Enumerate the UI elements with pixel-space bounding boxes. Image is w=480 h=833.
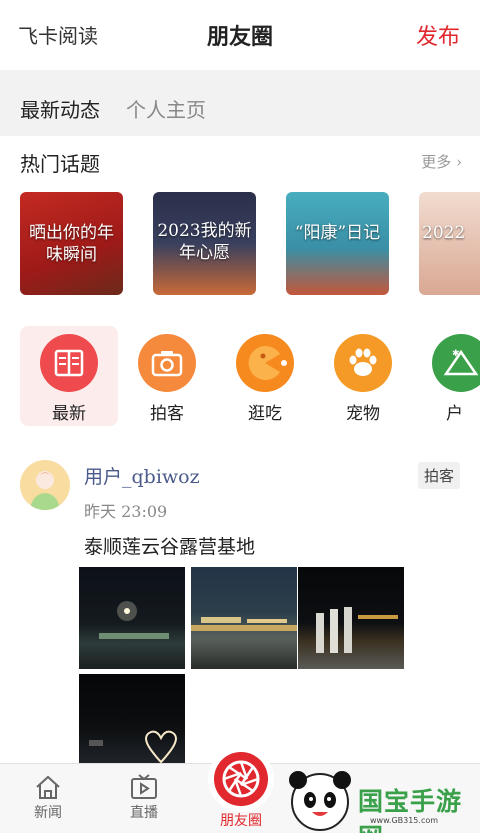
post-time: 昨天 23:09 — [84, 502, 168, 521]
tent-icon: ✱ — [432, 334, 480, 392]
panda-logo — [289, 771, 351, 831]
home-icon — [36, 775, 60, 799]
category-guangchi[interactable]: 逛吃 — [216, 326, 314, 426]
svg-text:✱: ✱ — [452, 349, 460, 359]
category-latest[interactable]: 最新 — [20, 326, 118, 426]
category-pets[interactable]: 宠物 — [314, 326, 412, 426]
publish-button[interactable]: 发布 — [416, 19, 460, 51]
hot-topics-list: 晒出你的年味瞬间 2023我的新年心愿 “阳康”日记 2022 — [0, 192, 480, 296]
chevron-right-icon: › — [456, 153, 462, 171]
post-text: 泰顺莲云谷露营基地 — [84, 536, 256, 558]
book-icon — [40, 334, 98, 392]
hot-topics-title: 热门话题 — [20, 152, 100, 176]
tab-live[interactable]: 直播 — [114, 774, 174, 822]
paw-icon — [334, 334, 392, 392]
post-photo[interactable] — [79, 674, 185, 763]
tab-news[interactable]: 新闻 — [18, 774, 78, 822]
topic-title: “阳康”日记 — [294, 223, 381, 243]
camera-icon — [138, 334, 196, 392]
tab-moments-label: 朋友圈 — [220, 813, 262, 829]
watermark-logo: 国宝手游网 www.GB315.com — [282, 766, 480, 833]
category-paike[interactable]: 拍客 — [118, 326, 216, 426]
post-username[interactable]: 用户_qbiwoz — [84, 462, 200, 489]
category-label: 逛吃 — [248, 404, 282, 424]
watermark-url: www.GB315.com — [370, 816, 439, 825]
category-label: 宠物 — [346, 404, 380, 424]
moments-button[interactable] — [208, 746, 274, 812]
aperture-icon — [214, 752, 268, 806]
post-tag[interactable]: 拍客 — [417, 462, 460, 489]
more-topics-link[interactable]: 更多 › — [421, 151, 462, 172]
topic-title: 晒出你的年味瞬间 — [29, 223, 114, 265]
avatar[interactable] — [20, 460, 70, 510]
tv-icon — [131, 774, 157, 799]
tab-personal-home[interactable]: 个人主页 — [126, 94, 206, 123]
tab-latest[interactable]: 最新动态 — [20, 94, 100, 123]
page-title: 朋友圈 — [206, 24, 273, 50]
post-photo[interactable] — [79, 567, 185, 669]
tab-live-label: 直播 — [130, 805, 158, 821]
topic-card[interactable]: “阳康”日记 — [286, 192, 389, 295]
more-label: 更多 — [421, 153, 452, 171]
post-photo[interactable] — [298, 567, 404, 669]
tab-news-label: 新闻 — [34, 805, 62, 821]
topic-card[interactable]: 晒出你的年味瞬间 — [20, 192, 123, 295]
topic-title: 2023我的新年心愿 — [157, 221, 252, 263]
topic-card[interactable]: 2023我的新年心愿 — [153, 192, 256, 295]
pacman-icon — [236, 334, 294, 392]
sub-tab-bar: 最新动态 个人主页 — [0, 70, 480, 136]
category-label: 户 — [446, 404, 463, 424]
watermark-brand: 国宝手游网 — [358, 787, 463, 833]
top-bar: 飞卡阅读 朋友圈 发布 — [0, 0, 480, 70]
hot-topics-header: 热门话题 更多 › — [0, 136, 480, 186]
topic-title: 2022 — [422, 223, 466, 243]
category-label: 最新 — [52, 404, 86, 424]
category-label: 拍客 — [150, 404, 184, 424]
topic-card[interactable]: 2022 — [419, 192, 480, 295]
category-row: 最新 拍客 逛吃 宠物 ✱ 户 — [0, 326, 480, 426]
category-outdoor[interactable]: ✱ 户 — [412, 326, 480, 426]
post-photo[interactable] — [191, 567, 297, 669]
